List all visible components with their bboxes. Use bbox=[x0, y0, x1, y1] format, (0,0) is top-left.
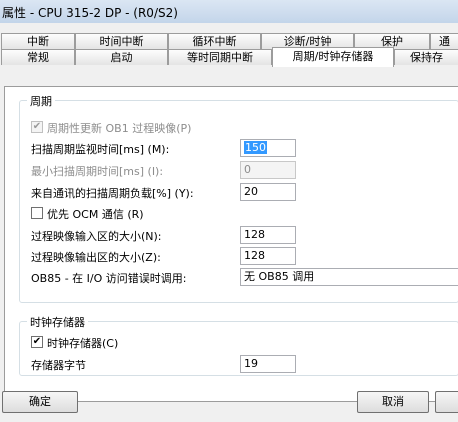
tab-interrupts[interactable]: 中断 bbox=[1, 33, 75, 49]
comm-load-label: 来自通讯的扫描周期负载[%] (Y): bbox=[31, 187, 194, 200]
scan-monitor-input[interactable]: 150 bbox=[240, 139, 296, 157]
clock-memory-group-title: 时钟存储器 bbox=[27, 314, 88, 330]
tab-startup[interactable]: 启动 bbox=[75, 49, 168, 65]
input-image-label: 过程映像输入区的大小(N): bbox=[31, 230, 162, 243]
memory-byte-input[interactable]: 19 bbox=[240, 355, 296, 373]
properties-dialog: 中断 时间中断 循环中断 诊断/时钟 保护 通 常规 启动 等时同期中断 周期/… bbox=[0, 23, 458, 422]
help-button[interactable] bbox=[435, 391, 458, 413]
check-icon: ✔ bbox=[32, 336, 42, 347]
tab-communication[interactable]: 通 bbox=[430, 33, 458, 49]
min-scan-input: 0 bbox=[240, 161, 296, 179]
min-scan-label: 最小扫描周期时间[ms] (I): bbox=[31, 165, 164, 178]
tab-panel: 周期 ✔ 周期性更新 OB1 过程映像(P) 扫描周期监视时间[ms] (M):… bbox=[4, 86, 458, 402]
clock-memory-checkbox[interactable]: ✔ bbox=[31, 336, 43, 348]
tab-general[interactable]: 常规 bbox=[1, 49, 75, 65]
periodic-update-label: 周期性更新 OB1 过程映像(P) bbox=[47, 122, 192, 135]
ob85-select[interactable]: 无 OB85 调用 bbox=[240, 268, 458, 286]
priority-ocm-checkbox[interactable] bbox=[31, 207, 43, 219]
tab-retentive-memory[interactable]: 保持存 bbox=[394, 49, 458, 65]
scan-monitor-label: 扫描周期监视时间[ms] (M): bbox=[31, 143, 170, 156]
tab-time-of-day-interrupts[interactable]: 时间中断 bbox=[75, 33, 168, 49]
priority-ocm-label: 优先 OCM 通信 (R) bbox=[47, 208, 144, 221]
cancel-button[interactable]: 取消 bbox=[357, 391, 429, 413]
check-icon: ✔ bbox=[32, 121, 42, 132]
title-bar: 属性 - CPU 315-2 DP - (R0/S2) bbox=[0, 0, 458, 24]
memory-byte-label: 存储器字节 bbox=[31, 359, 86, 372]
input-image-input[interactable]: 128 bbox=[240, 226, 296, 244]
cycle-group-title: 周期 bbox=[27, 93, 55, 109]
ok-button[interactable]: 确定 bbox=[2, 391, 78, 413]
periodic-update-checkbox: ✔ bbox=[31, 121, 43, 133]
output-image-label: 过程映像输出区的大小(Z): bbox=[31, 251, 161, 264]
tab-cycle-clock-memory[interactable]: 周期/时钟存储器 bbox=[272, 47, 394, 67]
output-image-input[interactable]: 128 bbox=[240, 247, 296, 265]
tab-synchronous-cycle-interrupts[interactable]: 等时同期中断 bbox=[168, 49, 272, 65]
ob85-label: OB85 - 在 I/O 访问错误时调用: bbox=[31, 272, 187, 285]
comm-load-input[interactable]: 20 bbox=[240, 183, 296, 201]
clock-memory-label: 时钟存储器(C) bbox=[47, 337, 119, 350]
tab-cyclic-interrupts[interactable]: 循环中断 bbox=[168, 33, 261, 49]
window-title: 属性 - CPU 315-2 DP - (R0/S2) bbox=[2, 6, 178, 20]
